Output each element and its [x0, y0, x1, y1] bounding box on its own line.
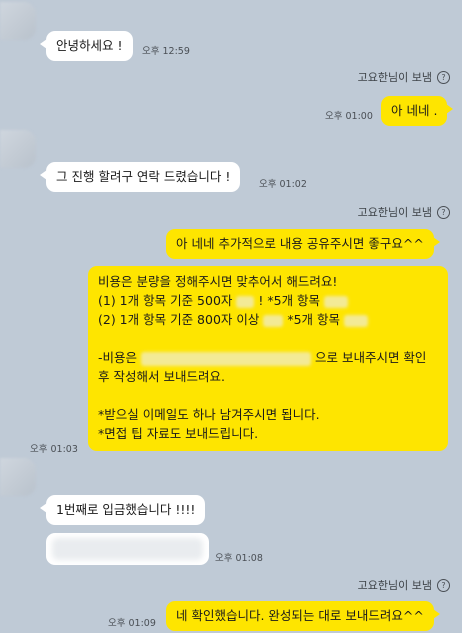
- avatar[interactable]: [0, 2, 36, 40]
- sender-label: 고요한님이 보냄 ?: [358, 204, 450, 220]
- line-text: *받으실 이메일도 하나 남겨주시면 됩니다.: [98, 407, 320, 422]
- message-time: 오후 01:03: [30, 444, 78, 455]
- message-text: 아 네네 추가적으로 내용 공유주시면 좋구요^^: [176, 236, 424, 251]
- message-bubble[interactable]: 그 진행 할려구 연락 드렸습니다 !: [39, 162, 241, 192]
- redacted-block: [344, 314, 369, 327]
- message-bubble[interactable]: 아 네네 .: [381, 96, 454, 126]
- sender-label: 고요한님이 보냄 ?: [358, 69, 450, 85]
- avatar[interactable]: [0, 130, 36, 168]
- sender-name: 고요한님이 보냄: [357, 71, 432, 84]
- message-text: 안녕하세요 !: [56, 38, 123, 53]
- message-bubble[interactable]: 아 네네 추가적으로 내용 공유주시면 좋구요^^: [166, 229, 440, 259]
- message-bubble[interactable]: 비용은 분량을 정해주시면 맞추어서 해드려요! (1) 1개 항목 기준 50…: [88, 266, 448, 451]
- message-line: 후 작성해서 보내드려요.: [98, 368, 438, 387]
- message-time: 오후 01:08: [215, 553, 263, 564]
- question-circle-icon[interactable]: ?: [437, 205, 450, 219]
- question-circle-icon[interactable]: ?: [437, 70, 450, 84]
- message-text: 아 네네 .: [391, 103, 438, 118]
- redacted-block: [141, 351, 311, 366]
- message-time: 오후 01:00: [325, 111, 373, 122]
- message-line: -비용은 으로 보내주시면 확인: [98, 349, 438, 368]
- line-text: *5개 항목: [287, 312, 341, 327]
- message-time: 오후 01:02: [259, 179, 307, 190]
- redacted-block: [52, 538, 203, 560]
- redacted-block: [324, 295, 349, 308]
- line-text: (2) 1개 항목 기준 800자 이상: [98, 312, 260, 327]
- line-text: 비용은 분량을 정해주시면 맞추어서 해드려요!: [98, 274, 338, 289]
- message-line: (2) 1개 항목 기준 800자 이상 *5개 항목: [98, 311, 438, 330]
- sender-label: 고요한님이 보냄 ?: [358, 577, 450, 593]
- line-text: (1) 1개 항목 기준 500자: [98, 293, 233, 308]
- line-text: ! *5개 항목: [258, 293, 321, 308]
- question-circle-icon[interactable]: ?: [437, 578, 450, 592]
- message-text: 1번째로 입금했습니다 !!!!: [56, 502, 196, 517]
- redacted-block: [263, 314, 284, 327]
- message-line: 비용은 분량을 정해주시면 맞추어서 해드려요!: [98, 273, 438, 292]
- message-bubble[interactable]: 1번째로 입금했습니다 !!!!: [39, 495, 206, 525]
- line-text: *면접 팁 자료도 보내드립니다.: [98, 426, 259, 441]
- message-time: 오후 01:09: [108, 618, 156, 629]
- avatar[interactable]: [0, 458, 36, 496]
- sender-name: 고요한님이 보냄: [357, 579, 432, 592]
- message-line: *면접 팁 자료도 보내드립니다.: [98, 425, 438, 444]
- message-line: *받으실 이메일도 하나 남겨주시면 됩니다.: [98, 406, 438, 425]
- message-bubble[interactable]: 안녕하세요 !: [40, 31, 133, 61]
- line-text: 후 작성해서 보내드려요.: [98, 369, 225, 384]
- message-text: 그 진행 할려구 연락 드렸습니다 !: [56, 169, 231, 184]
- sender-name: 고요한님이 보냄: [357, 206, 432, 219]
- blurred-message-bubble[interactable]: [46, 533, 209, 565]
- line-text: -비용은: [98, 350, 138, 365]
- redacted-block: [236, 295, 255, 308]
- message-time: 오후 12:59: [142, 46, 190, 57]
- message-line: (1) 1개 항목 기준 500자 ! *5개 항목: [98, 292, 438, 311]
- message-bubble[interactable]: 네 확인했습니다. 완성되는 대로 보내드려요^^: [166, 601, 440, 631]
- message-text: 네 확인했습니다. 완성되는 대로 보내드려요^^: [176, 608, 424, 623]
- line-text: 으로 보내주시면 확인: [314, 350, 427, 365]
